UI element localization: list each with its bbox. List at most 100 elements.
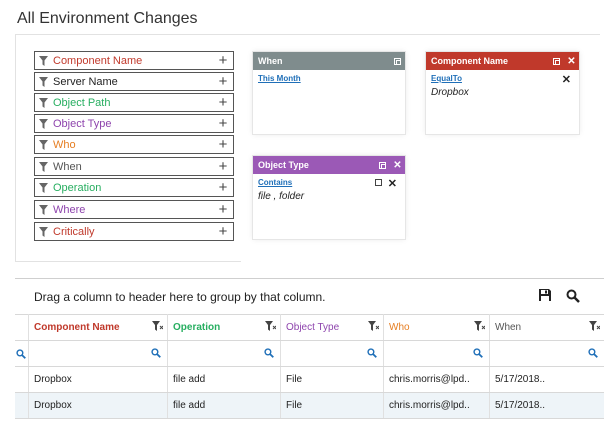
title-divider [15,34,600,35]
filter-item-object-path[interactable]: Object Path + [34,93,234,112]
search-icon[interactable] [16,348,26,359]
row-indicator [15,393,29,418]
page-title: All Environment Changes [17,10,198,27]
filter-frame-left [15,34,16,262]
cell-object-type: File [281,367,384,392]
filter-item-component-name[interactable]: Component Name + [34,51,234,70]
grid-header-row: Component Name Operation Object Type Who… [15,314,604,340]
when-filter-panel: When This Month [253,52,405,134]
add-icon[interactable]: + [213,52,233,69]
component-condition-value: Dropbox [431,87,469,98]
when-panel-header: When [253,52,405,70]
object-type-condition-value: file , folder [258,191,305,202]
component-operator-link[interactable]: EqualTo [431,74,574,83]
funnel-icon [35,158,52,175]
column-filter-icon[interactable] [368,321,379,331]
filter-item-label: Critically [53,225,95,238]
cell-object-type: File [281,393,384,418]
object-type-panel-body: Contains file , folder ✕ [253,174,405,206]
funnel-icon [35,179,52,196]
filter-item-where[interactable]: Where + [34,200,234,219]
maximize-icon[interactable] [390,52,405,70]
filter-item-label: Who [53,138,76,151]
cell-who: chris.morris@lpd.. [384,393,490,418]
cell-operation: file add [168,393,281,418]
cell-component-name: Dropbox [29,393,168,418]
filter-item-label: Server Name [53,75,118,88]
cell-component-name: Dropbox [29,367,168,392]
save-icon[interactable] [539,289,551,301]
when-panel-body: This Month [253,70,405,87]
filter-frame-bottom [15,261,241,262]
expand-icon[interactable] [375,179,382,186]
column-filter-icon[interactable] [265,321,276,331]
column-search-who[interactable] [384,341,490,366]
column-header-label: Object Type [286,321,340,333]
object-type-filter-panel: Object Type ✕ Contains file , folder ✕ [253,156,405,239]
column-filter-icon[interactable] [589,321,600,331]
search-icon[interactable] [264,348,274,358]
when-panel-title: When [258,56,283,66]
filter-item-label: When [53,160,82,173]
table-row[interactable]: Dropbox file add File chris.morris@lpd..… [15,393,604,418]
search-icon[interactable] [473,348,483,358]
funnel-icon [35,73,52,90]
filter-item-label: Where [53,203,86,216]
when-value-link[interactable]: This Month [258,74,400,83]
remove-condition-icon[interactable]: ✕ [388,177,397,190]
search-icon[interactable] [588,348,598,358]
search-icon[interactable] [566,289,580,303]
column-filter-icon[interactable] [152,321,163,331]
filter-item-server-name[interactable]: Server Name + [34,72,234,91]
add-icon[interactable]: + [213,201,233,218]
add-icon[interactable]: + [213,115,233,132]
funnel-icon [35,52,52,69]
filter-item-label: Object Path [53,96,111,109]
funnel-icon [35,115,52,132]
funnel-icon [35,201,52,218]
filter-item-who[interactable]: Who + [34,135,234,154]
maximize-icon[interactable] [549,52,564,70]
grid-search-indicator [15,341,29,366]
filter-item-when[interactable]: When + [34,157,234,176]
funnel-icon [35,223,52,240]
add-icon[interactable]: + [213,158,233,175]
column-search-component-name[interactable] [29,341,168,366]
add-icon[interactable]: + [213,179,233,196]
filter-item-critically[interactable]: Critically + [34,222,234,241]
table-row[interactable]: Dropbox file add File chris.morris@lpd..… [15,367,604,392]
column-header-component-name[interactable]: Component Name [29,314,168,340]
maximize-icon[interactable] [375,156,390,174]
column-header-object-type[interactable]: Object Type [281,314,384,340]
filter-item-label: Component Name [53,54,143,67]
column-search-object-type[interactable] [281,341,384,366]
group-by-hint: Drag a column to header here to group by… [34,290,326,304]
search-icon[interactable] [367,348,377,358]
add-icon[interactable]: + [213,94,233,111]
component-panel-header: Component Name ✕ [426,52,579,70]
column-search-when[interactable] [490,341,604,366]
funnel-icon [35,136,52,153]
column-header-when[interactable]: When [490,314,604,340]
object-type-panel-header: Object Type ✕ [253,156,405,174]
object-type-panel-title: Object Type [258,160,309,170]
filter-item-label: Operation [53,181,102,194]
close-icon[interactable]: ✕ [390,156,405,174]
cell-operation: file add [168,367,281,392]
column-filter-icon[interactable] [474,321,485,331]
column-header-operation[interactable]: Operation [168,314,281,340]
column-header-who[interactable]: Who [384,314,490,340]
remove-condition-icon[interactable]: ✕ [562,73,571,86]
close-icon[interactable]: ✕ [564,52,579,70]
add-icon[interactable]: + [213,223,233,240]
component-panel-body: EqualTo Dropbox ✕ [426,70,579,102]
column-header-label: Component Name [34,321,120,333]
add-icon[interactable]: + [213,73,233,90]
filter-item-operation[interactable]: Operation + [34,178,234,197]
grid-search-row [15,341,604,366]
search-icon[interactable] [151,348,161,358]
column-search-operation[interactable] [168,341,281,366]
add-icon[interactable]: + [213,136,233,153]
filter-item-object-type[interactable]: Object Type + [34,114,234,133]
column-header-label: Operation [173,321,221,333]
